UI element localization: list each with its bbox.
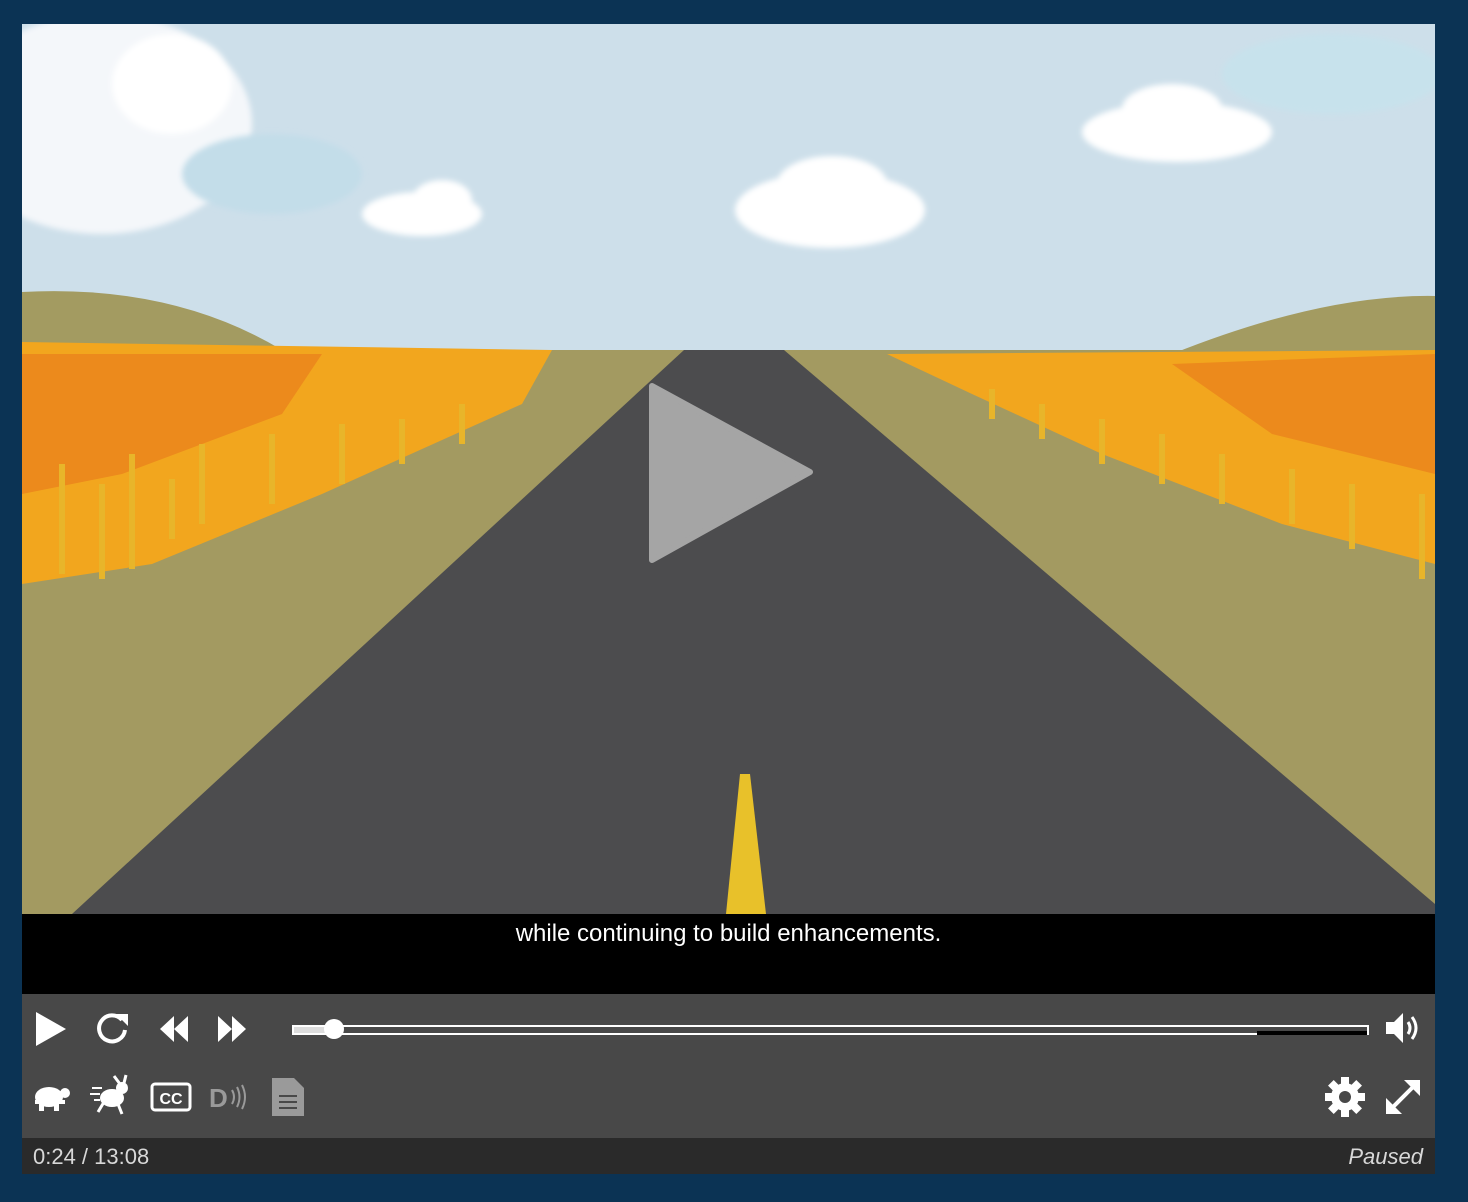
big-play-icon[interactable] (648, 380, 818, 564)
play-icon[interactable] (34, 1010, 68, 1048)
audio-description-icon[interactable]: D (208, 1082, 254, 1112)
svg-text:CC: CC (159, 1091, 183, 1108)
media-player: while continuing to build enhancements. (22, 24, 1435, 1174)
gear-icon[interactable] (1324, 1076, 1366, 1118)
rewind-icon[interactable] (158, 1014, 190, 1044)
seek-thumb[interactable] (324, 1019, 344, 1039)
caption-text: while continuing to build enhancements. (515, 920, 942, 947)
caption-area: while continuing to build enhancements. (22, 914, 1435, 994)
restart-icon[interactable] (94, 1010, 130, 1046)
fullscreen-icon[interactable] (1384, 1078, 1422, 1116)
volume-icon[interactable] (1384, 1010, 1422, 1046)
turtle-icon[interactable] (32, 1080, 72, 1112)
time-display: 0:24 / 13:08 (33, 1144, 150, 1169)
svg-text:D: D (209, 1083, 228, 1112)
rabbit-icon[interactable] (90, 1074, 132, 1116)
status-bar: 0:24 / 13:08 Paused (22, 1138, 1435, 1174)
fast-forward-icon[interactable] (216, 1014, 248, 1044)
seek-slider[interactable] (292, 1019, 1369, 1039)
video-frame[interactable] (22, 24, 1435, 914)
transcript-icon[interactable] (270, 1076, 306, 1118)
seek-track (292, 1025, 1369, 1035)
seek-buffered (1257, 1031, 1367, 1035)
cc-icon[interactable]: CC (150, 1082, 192, 1112)
seek-played (294, 1027, 326, 1033)
control-bar: CC D (22, 994, 1435, 1138)
playback-status: Paused (1348, 1144, 1423, 1169)
